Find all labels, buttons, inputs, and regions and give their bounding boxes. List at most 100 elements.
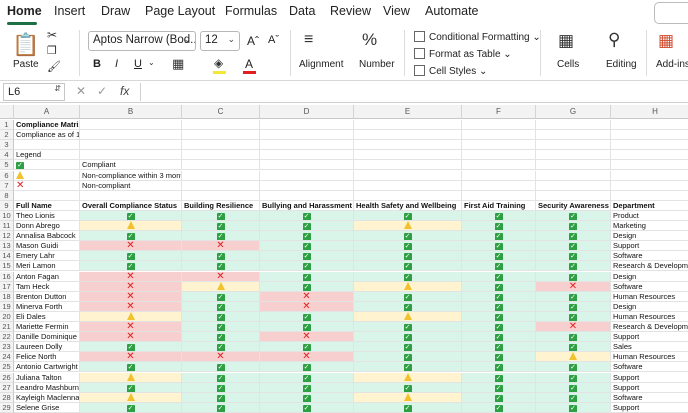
tab-home[interactable]: Home [7, 4, 42, 18]
legend-text[interactable]: Compliant [80, 160, 182, 171]
status-cell[interactable]: ✓ [536, 291, 611, 302]
row-header[interactable]: 12 [0, 231, 14, 242]
table-header-cell[interactable]: Security Awareness [536, 200, 611, 211]
status-cell[interactable]: ✓ [462, 342, 536, 353]
cell[interactable] [14, 190, 80, 201]
status-cell[interactable]: ✓ [182, 362, 260, 373]
status-cell[interactable]: ✓ [260, 281, 354, 292]
cell[interactable] [80, 130, 182, 141]
font-name-select[interactable]: Aptos Narrow (Bod... ⌄ [88, 31, 196, 51]
cell[interactable] [462, 140, 536, 151]
employee-name-cell[interactable]: Antonio Cartwright [14, 362, 80, 373]
status-cell[interactable]: ✓ [536, 210, 611, 221]
table-header-cell[interactable]: Bullying and Harassment [260, 200, 354, 211]
status-cell[interactable]: ✕ [260, 291, 354, 302]
status-cell[interactable]: ✓ [536, 382, 611, 393]
cell[interactable] [354, 170, 462, 181]
column-header-f[interactable]: F [462, 105, 536, 119]
alignment-label[interactable]: Alignment [299, 59, 343, 70]
status-cell[interactable]: ✓ [80, 231, 182, 242]
status-cell[interactable] [80, 221, 182, 232]
cell[interactable] [260, 150, 354, 161]
status-cell[interactable]: ✓ [536, 402, 611, 413]
status-cell[interactable]: ✓ [182, 332, 260, 343]
cell[interactable] [80, 150, 182, 161]
status-cell[interactable]: ✓ [354, 291, 462, 302]
status-cell[interactable]: ✕ [536, 281, 611, 292]
status-cell[interactable]: ✕ [80, 281, 182, 292]
status-cell[interactable]: ✓ [354, 402, 462, 413]
status-cell[interactable] [354, 392, 462, 403]
status-cell[interactable]: ✓ [462, 301, 536, 312]
status-cell[interactable]: ✓ [462, 221, 536, 232]
employee-name-cell[interactable]: Felice North [14, 352, 80, 363]
status-cell[interactable]: ✕ [536, 322, 611, 333]
status-cell[interactable] [354, 372, 462, 383]
fill-color-icon[interactable]: ◈ [214, 56, 223, 70]
status-cell[interactable]: ✓ [462, 291, 536, 302]
row-header[interactable]: 6 [0, 170, 14, 181]
cell[interactable] [462, 170, 536, 181]
underline-button[interactable]: U [134, 58, 142, 70]
status-cell[interactable]: ✓ [260, 362, 354, 373]
cell[interactable] [462, 180, 536, 191]
cell[interactable] [80, 190, 182, 201]
cell[interactable] [611, 181, 688, 191]
status-cell[interactable]: ✓ [260, 382, 354, 393]
name-box[interactable]: L6 ⇵ [3, 83, 65, 101]
status-cell[interactable]: ✓ [80, 382, 182, 393]
status-cell[interactable]: ✓ [536, 362, 611, 373]
row-header[interactable]: 27 [0, 382, 14, 393]
tab-review[interactable]: Review [330, 4, 371, 18]
cell[interactable] [462, 120, 536, 131]
status-cell[interactable]: ✓ [462, 311, 536, 322]
row-header[interactable]: 10 [0, 210, 14, 221]
status-cell[interactable]: ✓ [182, 311, 260, 322]
tab-draw[interactable]: Draw [101, 4, 130, 18]
shrink-font-button[interactable]: Aˇ [268, 34, 279, 46]
cell[interactable] [611, 160, 688, 171]
column-header-g[interactable]: G [536, 105, 611, 119]
tab-view[interactable]: View [383, 4, 410, 18]
report-date[interactable]: Compliance as of 14/09/2024 [14, 130, 80, 141]
row-header[interactable]: 17 [0, 281, 14, 292]
status-cell[interactable]: ✓ [260, 231, 354, 242]
status-cell[interactable]: ✓ [462, 241, 536, 252]
department-cell[interactable]: Software [611, 393, 688, 403]
cell-styles-button[interactable]: Cell Styles ⌄ [414, 65, 487, 77]
status-cell[interactable]: ✓ [354, 322, 462, 333]
row-header[interactable]: 11 [0, 221, 14, 232]
department-cell[interactable]: Sales [611, 342, 688, 353]
cell[interactable] [611, 140, 688, 151]
tab-automate[interactable]: Automate [425, 4, 479, 18]
table-header-cell[interactable]: Department [611, 201, 688, 211]
status-cell[interactable]: ✕ [260, 352, 354, 363]
column-header-b[interactable]: B [80, 105, 182, 119]
status-cell[interactable]: ✓ [182, 342, 260, 353]
status-cell[interactable]: ✓ [80, 210, 182, 221]
status-cell[interactable]: ✕ [80, 291, 182, 302]
employee-name-cell[interactable]: Eli Dales [14, 311, 80, 322]
status-cell[interactable]: ✓ [260, 392, 354, 403]
status-cell[interactable]: ✓ [354, 332, 462, 343]
formula-input[interactable] [140, 83, 688, 101]
status-cell[interactable]: ✕ [80, 322, 182, 333]
paste-label[interactable]: Paste [13, 59, 39, 70]
department-cell[interactable]: Marketing [611, 221, 688, 232]
employee-name-cell[interactable]: Leandro Mashburn [14, 382, 80, 393]
cells-label[interactable]: Cells [557, 59, 579, 70]
cell[interactable] [182, 120, 260, 131]
comments-button[interactable] [654, 2, 688, 24]
status-cell[interactable]: ✓ [80, 402, 182, 413]
status-cell[interactable]: ✓ [536, 392, 611, 403]
status-cell[interactable]: ✓ [260, 402, 354, 413]
cell[interactable] [182, 180, 260, 191]
status-cell[interactable]: ✓ [260, 210, 354, 221]
status-cell[interactable]: ✓ [182, 210, 260, 221]
status-cell[interactable] [182, 281, 260, 292]
status-cell[interactable]: ✓ [354, 251, 462, 262]
cell[interactable] [611, 120, 688, 131]
percent-icon[interactable]: % [362, 30, 377, 50]
status-cell[interactable]: ✓ [182, 402, 260, 413]
cell[interactable] [536, 160, 611, 171]
